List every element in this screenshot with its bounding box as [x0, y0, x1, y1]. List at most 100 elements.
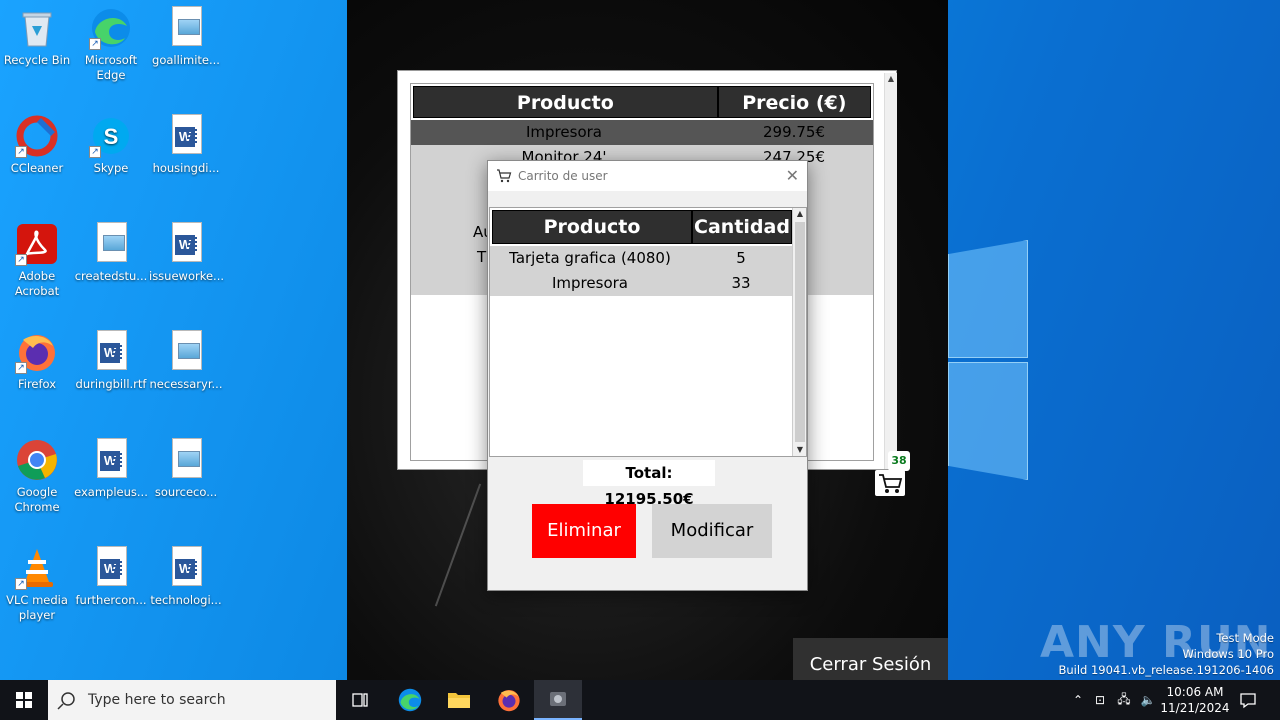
product-name: Impresora — [526, 123, 602, 141]
word-doc-icon: W — [89, 438, 133, 482]
task-view-button[interactable] — [336, 680, 384, 720]
chevron-up-icon[interactable]: ⌃ — [1068, 693, 1088, 707]
desktop-icon-label: Firefox — [17, 377, 57, 391]
recycle-bin-icon — [15, 6, 59, 50]
taskbar-search-box[interactable]: Type here to search — [48, 680, 336, 720]
desktop-icon-goallimite[interactable]: goallimite... — [149, 0, 223, 68]
cart-quantity: 33 — [731, 274, 751, 292]
desktop-icon-ccleaner[interactable]: ↗ CCleaner — [0, 108, 74, 176]
svg-text:S: S — [104, 124, 119, 149]
desktop-icon-vlc[interactable]: ↗ VLC media player — [0, 540, 74, 623]
desktop-icon-microsoft-edge[interactable]: ↗ Microsoft Edge — [74, 0, 148, 83]
vlc-icon: ↗ — [15, 546, 59, 590]
desktop-icon-sourceco[interactable]: sourceco... — [149, 432, 223, 500]
cart-dialog: Carrito de user ✕ Producto Cantidad Tarj… — [487, 160, 808, 591]
system-tray: ⌃ ⊡ 🖧 🔈 — [1068, 680, 1160, 720]
desktop-icon-housingdi[interactable]: W housingdi... — [149, 108, 223, 176]
column-header-producto[interactable]: Producto — [413, 86, 718, 118]
desktop-icon-label: VLC media player — [6, 593, 68, 622]
product-price: 299.75€ — [762, 123, 826, 141]
taskbar-edge[interactable] — [386, 680, 434, 720]
shortcut-arrow-icon: ↗ — [15, 578, 27, 590]
windows-edition-label: Windows 10 Pro — [1182, 647, 1274, 661]
cart-product: Impresora — [552, 274, 628, 292]
shortcut-arrow-icon: ↗ — [89, 38, 101, 50]
desktop-icon-firefox[interactable]: ↗ Firefox — [0, 324, 74, 392]
cart-product: Tarjeta grafica (4080) — [509, 249, 671, 267]
network-icon[interactable]: 🖧 — [1112, 690, 1136, 711]
acrobat-icon: ↗ — [15, 222, 59, 266]
start-button[interactable] — [0, 680, 48, 720]
cart-row[interactable]: Impresora 33 — [490, 271, 806, 296]
column-header-precio[interactable]: Precio (€) — [717, 86, 871, 118]
clock-date: 11/21/2024 — [1160, 701, 1230, 715]
cart-row[interactable]: Tarjeta grafica (4080) 5 — [490, 246, 806, 271]
desktop-icon-label: exampleus... — [74, 485, 148, 499]
notification-icon — [1240, 693, 1256, 709]
desktop-icon-label: Skype — [93, 161, 129, 175]
scroll-down-arrow-icon[interactable]: ▼ — [793, 444, 807, 456]
desktop-icon-label: createdstu... — [74, 269, 148, 283]
scroll-up-arrow-icon[interactable]: ▲ — [793, 208, 807, 220]
volume-icon[interactable]: 🔈 — [1136, 693, 1160, 707]
desktop-icon-label: Adobe Acrobat — [14, 269, 60, 298]
delete-button[interactable]: Eliminar — [532, 504, 636, 558]
desktop-icon-necessaryr[interactable]: necessaryr... — [149, 324, 223, 392]
products-scrollbar[interactable]: ▲ — [884, 73, 897, 469]
desktop-icon-adobe-acrobat[interactable]: ↗ Adobe Acrobat — [0, 216, 74, 299]
skype-icon: S ↗ — [89, 114, 133, 158]
network-adapter-icon[interactable]: ⊡ — [1088, 693, 1112, 707]
modify-button[interactable]: Modificar — [652, 504, 772, 558]
search-placeholder: Type here to search — [88, 692, 226, 708]
edge-icon — [398, 688, 422, 712]
word-doc-icon: W — [164, 546, 208, 590]
word-doc-icon: W — [89, 330, 133, 374]
desktop-icon-recycle-bin[interactable]: Recycle Bin — [0, 0, 74, 68]
cart-title-icon — [497, 169, 512, 183]
desktop-icon-issueworke[interactable]: W issueworke... — [149, 216, 224, 284]
chrome-icon — [15, 438, 59, 482]
image-file-icon — [164, 330, 208, 374]
word-doc-icon: W — [164, 222, 208, 266]
taskbar-file-explorer[interactable] — [435, 680, 483, 720]
taskbar-firefox[interactable] — [485, 680, 533, 720]
desktop-icon-furthercon[interactable]: W furthercon... — [74, 540, 148, 608]
products-table-header: Producto Precio (€) — [411, 84, 873, 120]
logout-button[interactable]: Cerrar Sesión — [793, 638, 948, 680]
desktop-icon-label: Google Chrome — [14, 485, 60, 514]
system-clock[interactable]: 10:06 AM 11/21/2024 — [1160, 684, 1230, 716]
taskbar-shop-app[interactable] — [534, 680, 582, 720]
desktop-icon-skype[interactable]: S ↗ Skype — [74, 108, 148, 176]
dialog-title-bar: Carrito de user ✕ — [488, 161, 807, 191]
word-doc-icon: W — [164, 114, 208, 158]
folder-icon — [448, 693, 470, 708]
cart-quantity: 5 — [736, 249, 746, 267]
scroll-up-arrow-icon[interactable]: ▲ — [885, 73, 897, 85]
test-mode-info: Test Mode Windows 10 Pro Build 19041.vb_… — [1058, 630, 1274, 678]
scrollbar-thumb[interactable] — [795, 222, 805, 442]
column-header-cantidad[interactable]: Cantidad — [692, 210, 792, 244]
windows-logo-wallpaper — [948, 240, 1028, 480]
ccleaner-icon: ↗ — [15, 114, 59, 158]
cart-table-header: Producto Cantidad — [490, 208, 806, 246]
desktop-icon-label: furthercon... — [75, 593, 147, 607]
shortcut-arrow-icon: ↗ — [15, 254, 27, 266]
desktop-icon-label: Microsoft Edge — [84, 53, 138, 82]
desktop-icon-label: sourceco... — [154, 485, 218, 499]
close-icon[interactable]: ✕ — [786, 166, 799, 185]
taskbar: Type here to search ⌃ ⊡ 🖧 🔈 10:06 AM 11/… — [0, 680, 1280, 720]
desktop-icon-exampleus[interactable]: W exampleus... — [74, 432, 148, 500]
desktop-icon-duringbill[interactable]: W duringbill.rtf — [74, 324, 148, 392]
notifications-button[interactable] — [1224, 680, 1272, 720]
desktop-icon-technologi[interactable]: W technologi... — [149, 540, 223, 608]
shopping-cart-icon — [879, 474, 903, 493]
product-row[interactable]: Impresora 299.75€ — [411, 120, 873, 145]
cart-scrollbar[interactable]: ▲ ▼ — [792, 208, 806, 456]
shortcut-arrow-icon: ↗ — [89, 146, 101, 158]
cart-button[interactable] — [875, 470, 905, 496]
desktop-icon-google-chrome[interactable]: Google Chrome — [0, 432, 74, 515]
column-header-producto[interactable]: Producto — [492, 210, 692, 244]
desktop-icon-createdstu[interactable]: createdstu... — [74, 216, 148, 284]
image-file-icon — [89, 222, 133, 266]
build-label: Build 19041.vb_release.191206-1406 — [1058, 663, 1274, 677]
